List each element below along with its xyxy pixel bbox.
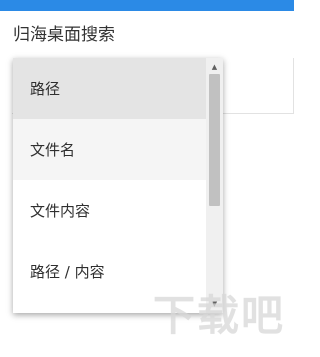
app-title: 归海桌面搜索 bbox=[13, 25, 115, 45]
dropdown-option-path[interactable]: 路径 bbox=[13, 58, 206, 119]
triangle-up-icon[interactable]: ▲ bbox=[206, 60, 223, 74]
top-accent-bar bbox=[0, 0, 294, 11]
scrollbar-thumb[interactable] bbox=[209, 74, 220, 206]
search-mode-dropdown-list[interactable]: 路径 文件名 文件内容 路径 / 内容 ▲ ▼ bbox=[13, 58, 223, 313]
dropdown-option-filename[interactable]: 文件名 bbox=[13, 119, 206, 180]
watermark-logo: 下载吧 bbox=[153, 291, 286, 340]
dropdown-scrollbar[interactable]: ▲ ▼ bbox=[206, 58, 223, 313]
dropdown-option-file-content[interactable]: 文件内容 bbox=[13, 180, 206, 241]
